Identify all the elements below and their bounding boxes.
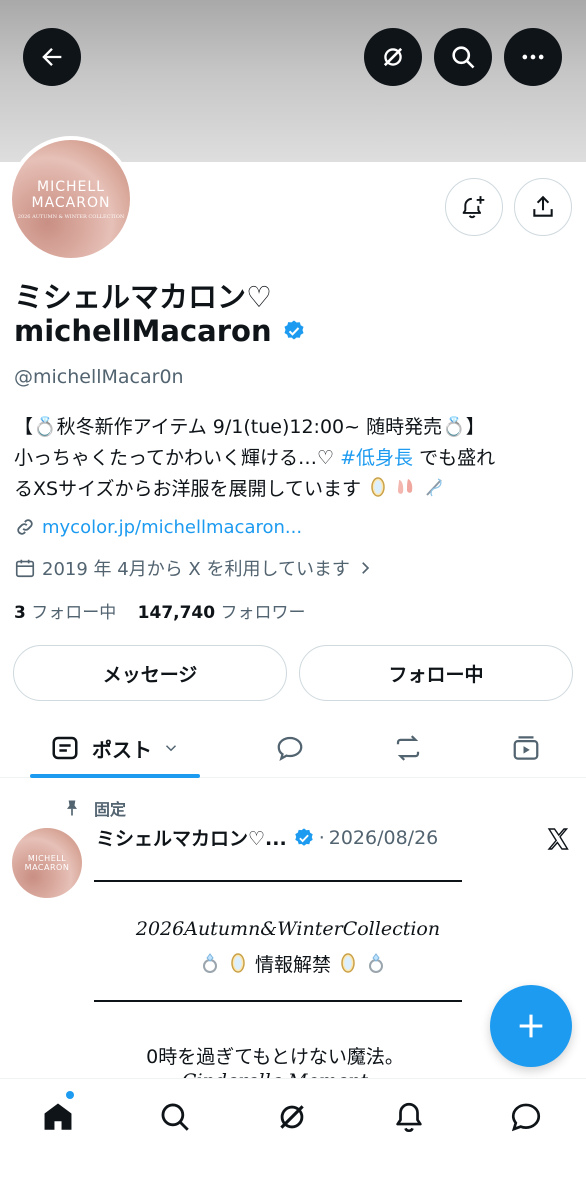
pin-icon xyxy=(67,800,77,816)
nav-messages[interactable] xyxy=(506,1097,546,1137)
following-label: フォロー中 xyxy=(25,603,117,623)
avatar-brand-line2: MACARON xyxy=(31,194,111,211)
followers-link[interactable]: 147,740 フォロワー xyxy=(138,603,306,623)
grok-button[interactable] xyxy=(364,28,422,86)
display-name-line2: michellMacaron xyxy=(14,314,272,348)
nav-notifications[interactable] xyxy=(389,1097,429,1137)
more-button[interactable] xyxy=(504,28,562,86)
following-link[interactable]: 3 フォロー中 xyxy=(14,603,116,623)
verified-badge-icon[interactable] xyxy=(293,827,315,849)
reply-icon xyxy=(277,736,303,761)
post-divider xyxy=(94,1000,462,1002)
post-collection-text: 2026Autumn&WinterCollection xyxy=(135,918,441,940)
verified-badge-icon[interactable] xyxy=(282,319,306,343)
tab-active-indicator xyxy=(30,774,200,778)
bio-hashtag-link[interactable]: #低身長 xyxy=(340,447,413,469)
share-icon xyxy=(533,195,553,217)
tab-posts[interactable]: ポスト xyxy=(30,718,200,778)
website-link[interactable]: mycolor.jp/michellmacaron... xyxy=(42,517,302,538)
post-header: ミシェルマカロン♡... · 2026/08/26 xyxy=(96,824,438,851)
pinned-label: 固定 xyxy=(94,800,127,819)
video-icon xyxy=(513,736,539,760)
back-button[interactable] xyxy=(23,28,81,86)
follow-stats: 3 フォロー中 147,740 フォロワー xyxy=(14,598,306,623)
display-name-line1: ミシェルマカロン♡ xyxy=(14,280,272,314)
post-divider xyxy=(94,880,462,882)
post-author-avatar[interactable]: MICHELL MACARON xyxy=(12,828,82,898)
tab-posts-label: ポスト xyxy=(92,737,152,762)
avatar-brand-sub: 2026 AUTUMN & WINTER COLLECTION xyxy=(17,213,125,220)
search-icon xyxy=(161,1103,189,1131)
ring-emoji-icon xyxy=(369,953,384,973)
ring-emoji-icon xyxy=(202,953,217,973)
post-collection-line: 2026Autumn&WinterCollection xyxy=(0,918,581,940)
subscribe-notifications-button[interactable] xyxy=(445,178,503,236)
mirror-emoji-icon xyxy=(231,953,245,973)
chevron-down-icon xyxy=(165,745,177,752)
post-avatar-brand-line2: MACARON xyxy=(24,863,70,872)
post-body-line1: 0時を過ぎてもとけない魔法。 xyxy=(146,1046,404,1068)
bio-line3: るXSサイズからお洋服を展開しています xyxy=(14,474,574,505)
bio-line1: 【💍秋冬新作アイテム 9/1(tue)12:00~ 随時発売💍】 xyxy=(14,416,485,438)
bio-line2: 小っちゃくたってかわいく輝ける…♡ #低身長 でも盛れ xyxy=(14,443,574,474)
search-button[interactable] xyxy=(434,28,492,86)
profile-avatar[interactable]: MICHELL MACARON 2026 AUTUMN & WINTER COL… xyxy=(8,136,134,262)
followers-count: 147,740 xyxy=(137,603,216,623)
message-button[interactable]: メッセージ xyxy=(13,645,287,701)
avatar-image: MICHELL MACARON 2026 AUTUMN & WINTER COL… xyxy=(12,140,130,258)
grok-icon xyxy=(280,1105,304,1129)
x-logo-icon xyxy=(547,828,569,850)
profile-website[interactable]: mycolor.jp/michellmacaron... xyxy=(14,516,302,538)
post-avatar-brand-line1: MICHELL xyxy=(27,854,67,863)
followers-label: フォロワー xyxy=(215,603,306,623)
grok-icon xyxy=(383,47,403,67)
mirror-emoji-icon xyxy=(341,953,355,973)
pinned-indicator: 固定 xyxy=(62,796,126,820)
profile-tabs: ポスト xyxy=(0,718,586,778)
nav-home[interactable] xyxy=(38,1097,78,1137)
calendar-icon xyxy=(15,559,35,578)
ballet-shoes-emoji-icon xyxy=(398,479,413,494)
post-announce-text: 情報解禁 xyxy=(254,954,331,976)
post-date[interactable]: 2026/08/26 xyxy=(329,827,439,849)
compose-post-button[interactable] xyxy=(490,985,572,1067)
mirror-emoji-icon xyxy=(371,477,385,497)
home-notification-dot xyxy=(66,1091,74,1099)
chat-bubble-icon xyxy=(511,1103,541,1132)
bell-plus-icon xyxy=(462,196,485,219)
search-icon xyxy=(452,46,475,69)
user-handle: @michellMacar0n xyxy=(14,366,184,388)
bottom-navigation xyxy=(0,1078,586,1200)
following-button[interactable]: フォロー中 xyxy=(299,645,573,701)
following-count: 3 xyxy=(14,603,26,623)
share-button[interactable] xyxy=(514,178,572,236)
needle-emoji-icon xyxy=(426,478,442,497)
home-icon xyxy=(44,1103,72,1130)
plus-icon xyxy=(519,1014,543,1038)
tab-reposts[interactable] xyxy=(378,718,438,778)
posts-icon xyxy=(52,736,78,760)
joined-date[interactable]: 2019 年 4月から X を利用しています xyxy=(14,555,380,581)
display-name: ミシェルマカロン♡ michellMacaron xyxy=(14,280,574,348)
arrow-left-icon xyxy=(42,48,62,66)
post-date-separator: · xyxy=(318,826,325,849)
more-dots-icon xyxy=(522,54,544,60)
post-author-name[interactable]: ミシェルマカロン♡... xyxy=(96,824,287,851)
tab-replies[interactable] xyxy=(260,718,320,778)
repost-icon xyxy=(396,735,420,761)
link-icon xyxy=(17,519,33,535)
joined-date-text: 2019 年 4月から X を利用しています xyxy=(42,559,350,580)
profile-bio: 【💍秋冬新作アイテム 9/1(tue)12:00~ 随時発売💍】 小っちゃくたっ… xyxy=(14,412,574,505)
bio-text: でも盛れ xyxy=(413,447,496,469)
tab-media[interactable] xyxy=(496,718,556,778)
nav-search[interactable] xyxy=(155,1097,195,1137)
post-announce-line: 情報解禁 xyxy=(0,950,586,977)
bio-text: るXSサイズからお洋服を展開しています xyxy=(14,478,361,500)
nav-grok[interactable] xyxy=(272,1097,312,1137)
bell-icon xyxy=(396,1102,422,1133)
bio-text: 小っちゃくたってかわいく輝ける…♡ xyxy=(14,447,341,469)
chevron-right-icon xyxy=(362,562,370,574)
avatar-brand-line1: MICHELL xyxy=(37,178,105,195)
